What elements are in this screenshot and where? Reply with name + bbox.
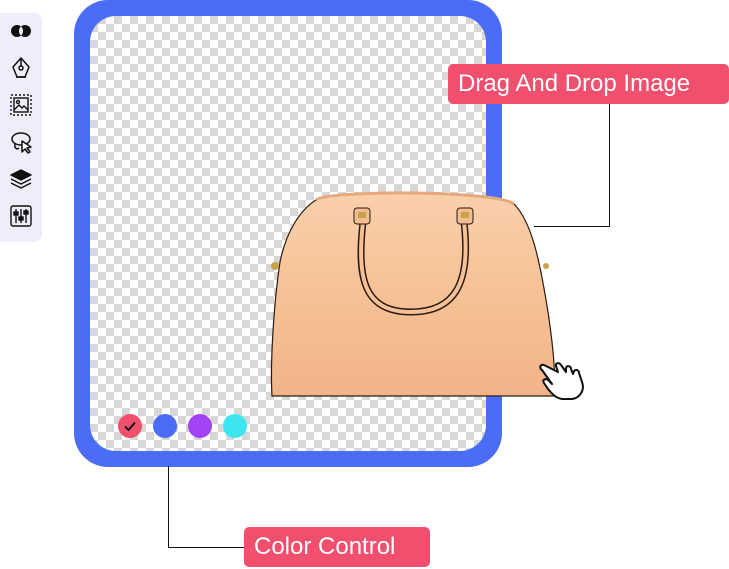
color-control-label: Color Control xyxy=(244,527,430,567)
tool-sidebar xyxy=(0,13,42,242)
drag-hand-icon xyxy=(539,362,584,400)
drag-drop-connector xyxy=(534,104,610,227)
swatch-cyan[interactable] xyxy=(223,414,247,438)
drag-drop-label: Drag And Drop Image xyxy=(448,64,729,104)
swatch-red[interactable] xyxy=(118,414,142,438)
pen-tool-icon[interactable] xyxy=(8,55,34,81)
lasso-select-icon[interactable] xyxy=(8,129,34,155)
color-control-connector xyxy=(168,466,246,548)
swatch-purple[interactable] xyxy=(188,414,212,438)
adjust-sliders-icon[interactable] xyxy=(8,203,34,229)
check-icon xyxy=(124,421,136,432)
color-swatches xyxy=(118,414,247,438)
handbag-image[interactable] xyxy=(266,182,556,400)
layers-icon[interactable] xyxy=(8,166,34,192)
swatch-blue[interactable] xyxy=(153,414,177,438)
blend-circles-icon[interactable] xyxy=(8,18,34,44)
image-frame-icon[interactable] xyxy=(8,92,34,118)
